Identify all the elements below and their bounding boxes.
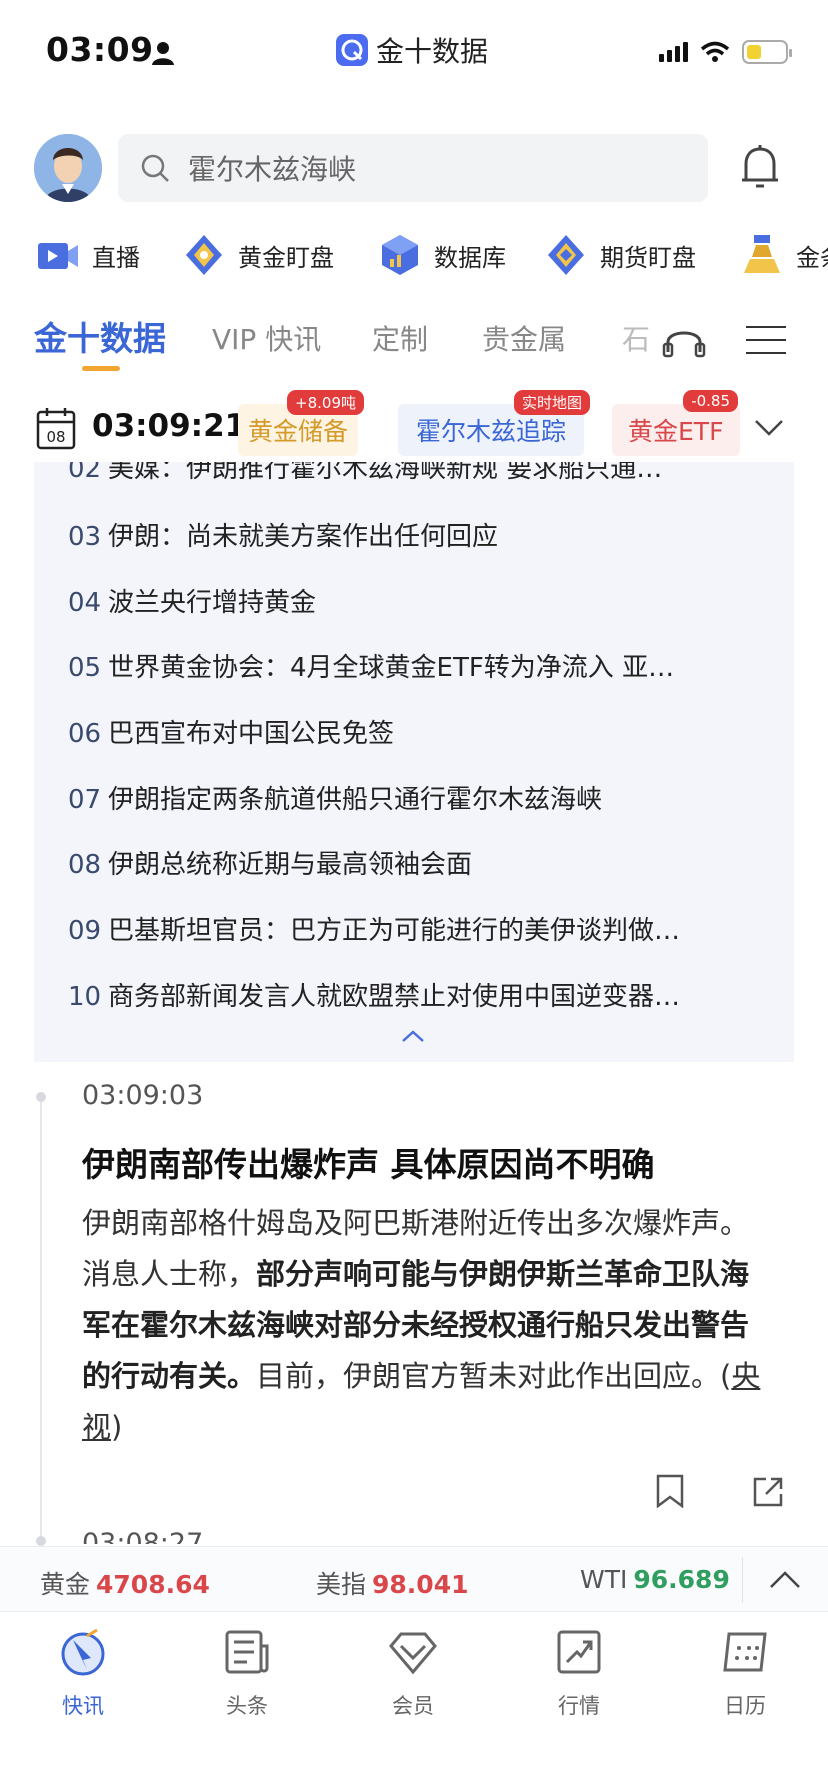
gold-bar-icon [744, 235, 780, 273]
market-chart-icon [557, 1630, 601, 1674]
jin10-logo-icon [336, 34, 368, 66]
status-bar: 03:09 金十数据 [0, 0, 828, 100]
search-icon [141, 154, 169, 182]
list-item[interactable]: 05 世界黄金协会：4月全球黄金ETF转为净流入 亚… [68, 647, 768, 684]
quote-ticker[interactable]: 黄金 4708.64 美指 98.041 WTI 96.689 [0, 1546, 828, 1612]
pill-badge: 实时地图 [513, 390, 590, 415]
notification-bell-icon[interactable] [738, 142, 782, 192]
app-indicator: 金十数据 [336, 30, 488, 70]
quick-nav: 直播 黄金盯盘 数据库 期货盯盘 金条 [0, 228, 828, 282]
ticker-divider [742, 1557, 743, 1603]
list-item[interactable]: 08 伊朗总统称近期与最高领袖会面 [68, 844, 768, 881]
tab-custom[interactable]: 定制 [372, 318, 428, 358]
tab-oil[interactable]: 石 [622, 318, 650, 358]
battery-icon [742, 40, 792, 64]
ticker-gold[interactable]: 黄金 4708.64 [40, 1565, 210, 1601]
chevron-up-icon[interactable] [768, 1565, 802, 1595]
news-body[interactable]: 伊朗南部格什姆岛及阿巴斯港附近传出多次爆炸声。消息人士称，部分声响可能与伊朗伊斯… [82, 1198, 772, 1453]
list-item[interactable]: 04 波兰央行增持黄金 [68, 582, 768, 619]
menu-icon[interactable] [746, 326, 786, 356]
time-row: 08 03:09:21 黄金储备 +8.09吨 霍尔木兹追踪 实时地图 黄金ET… [0, 390, 828, 462]
share-icon[interactable] [752, 1476, 784, 1508]
list-item[interactable]: 09 巴基斯坦官员：巴方正为可能进行的美伊谈判做… [68, 910, 768, 947]
person-icon [152, 42, 174, 65]
tab-headlines[interactable]: 头条 [192, 1626, 302, 1720]
quick-nav-gold-watch[interactable]: 黄金盯盘 [182, 228, 334, 282]
database-icon [382, 235, 418, 275]
collapse-chevron-icon[interactable] [400, 1028, 426, 1044]
calendar-icon[interactable]: 08 [36, 406, 76, 450]
status-time: 03:09 [46, 30, 154, 69]
channel-tabs: 金十数据 VIP 快讯 定制 贵金属 石 [0, 312, 828, 378]
avatar[interactable] [34, 134, 102, 202]
tab-flash-news[interactable]: 快讯 [28, 1626, 138, 1720]
header: 霍尔木兹海峡 [0, 128, 828, 208]
tab-precious-metals[interactable]: 贵金属 [482, 318, 566, 358]
pill-badge: -0.85 [683, 390, 738, 412]
search-bar[interactable]: 霍尔木兹海峡 [118, 134, 708, 202]
news-headline[interactable]: 伊朗南部传出爆炸声 具体原因尚不明确 [82, 1138, 782, 1186]
list-item[interactable]: 10 商务部新闻发言人就欧盟禁止对使用中国逆变器… [68, 976, 768, 1013]
tab-membership[interactable]: 会员 [358, 1626, 468, 1720]
quick-nav-futures-watch[interactable]: 期货盯盘 [544, 228, 696, 282]
live-camera-icon [38, 243, 78, 269]
list-item[interactable]: 02 美媒：伊朗推行霍尔木兹海峡新规 要求船只通… [68, 462, 768, 485]
calendar-day: 08 [46, 428, 65, 446]
list-item[interactable]: 03 伊朗：尚未就美方案作出任何回应 [68, 516, 768, 553]
timeline-dot [36, 1092, 46, 1102]
bookmark-icon[interactable] [655, 1474, 685, 1508]
futures-watch-icon [548, 235, 584, 275]
pill-gold-etf[interactable]: 黄金ETF -0.85 [612, 390, 740, 456]
cellular-signal-icon [659, 42, 688, 62]
gold-watch-icon [186, 235, 222, 275]
timeline-dot [36, 1536, 46, 1546]
timeline-line [40, 1096, 42, 1544]
pill-badge: +8.09吨 [287, 390, 364, 415]
bottom-tab-bar: 快讯 头条 会员 行情 日历 [0, 1612, 828, 1792]
news-timestamp-next: 03:08:27 [82, 1528, 204, 1544]
flash-news-icon [61, 1628, 105, 1676]
quick-nav-live[interactable]: 直播 [36, 228, 140, 282]
pill-gold-reserve[interactable]: 黄金储备 +8.09吨 [238, 390, 364, 456]
live-clock: 03:09:21 [92, 408, 247, 444]
diamond-icon [389, 1632, 437, 1675]
quick-nav-gold-bar[interactable]: 金条 [740, 228, 828, 282]
status-icons [659, 40, 792, 64]
search-input[interactable]: 霍尔木兹海峡 [188, 148, 356, 188]
list-item[interactable]: 06 巴西宣布对中国公民免签 [68, 713, 768, 750]
active-tab-indicator [82, 366, 120, 371]
quick-nav-database[interactable]: 数据库 [378, 228, 506, 282]
newspaper-icon [225, 1630, 269, 1674]
ticker-dxy[interactable]: 美指 98.041 [316, 1565, 469, 1601]
top-news-list: 02 美媒：伊朗推行霍尔木兹海峡新规 要求船只通… 03 伊朗：尚未就美方案作出任何… [34, 462, 794, 1062]
list-item[interactable]: 07 伊朗指定两条航道供船只通行霍尔木兹海峡 [68, 779, 768, 816]
app-name: 金十数据 [376, 35, 489, 68]
news-timestamp: 03:09:03 [82, 1080, 204, 1111]
tab-markets[interactable]: 行情 [524, 1626, 634, 1720]
chevron-down-icon[interactable] [752, 410, 786, 444]
calendar-tab-icon [723, 1632, 767, 1672]
tab-vip-flash[interactable]: VIP 快讯 [212, 318, 321, 358]
tab-calendar[interactable]: 日历 [690, 1626, 800, 1720]
ticker-wti[interactable]: WTI 96.689 [580, 1565, 730, 1594]
headset-icon[interactable] [662, 322, 706, 358]
wifi-icon [700, 41, 730, 62]
tab-jin10[interactable]: 金十数据 [34, 312, 166, 360]
pill-hormuz-tracker[interactable]: 霍尔木兹追踪 实时地图 [398, 390, 590, 456]
